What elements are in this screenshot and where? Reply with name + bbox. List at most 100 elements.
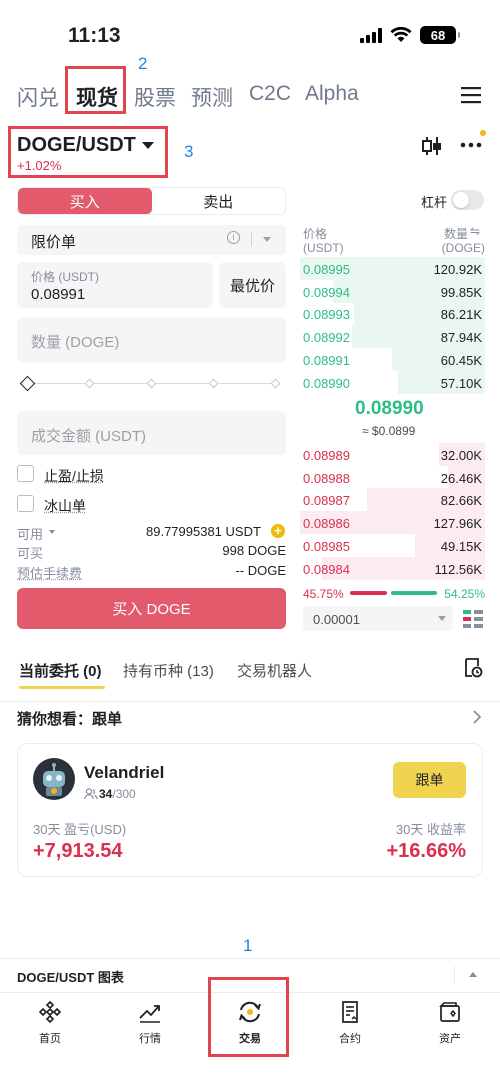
tab-c2c[interactable]: C2C — [249, 82, 291, 106]
trader-name: Velandriel — [84, 763, 165, 782]
sell-tab[interactable]: 卖出 — [152, 188, 286, 214]
more-icon[interactable] — [460, 141, 482, 149]
bid-row[interactable]: 0.08991 60.45K — [300, 347, 485, 371]
bid-row[interactable]: 0.08992 87.94K — [300, 325, 485, 349]
order-type-select[interactable]: 限价单 i — [17, 225, 286, 255]
fee-label: 预估手续费 — [17, 566, 83, 581]
ob-price: 0.08989 — [303, 448, 350, 463]
amount-placeholder: 成交金额 (USDT) — [31, 428, 146, 445]
tab-flash-swap[interactable]: 闪兑 — [17, 82, 59, 112]
ob-price: 0.08990 — [303, 375, 350, 391]
ob-qty-unit: (DOGE) — [441, 241, 485, 255]
price-label: 价格 (USDT) — [31, 270, 99, 284]
status-icons: 68 — [360, 26, 460, 44]
ob-price: 0.08991 — [303, 352, 350, 368]
slider-tick[interactable] — [146, 378, 157, 389]
ob-price: 0.08986 — [303, 516, 350, 532]
chevron-right-icon[interactable] — [472, 710, 482, 724]
roi-value: +16.66% — [386, 840, 466, 862]
quantity-input[interactable]: 数量 (DOGE) — [17, 317, 286, 363]
ob-qty-header: 数量 — [443, 227, 468, 241]
wifi-icon — [390, 27, 412, 42]
bid-row[interactable]: 0.08993 86.21K — [300, 302, 485, 326]
buy-tab[interactable]: 买入 — [18, 188, 152, 214]
bid-row[interactable]: 0.08994 99.85K — [300, 279, 485, 303]
chevron-up-icon[interactable] — [469, 972, 477, 977]
pnl-value: +7,913.54 — [33, 840, 123, 862]
wallet-icon — [439, 1002, 460, 1022]
precision-select[interactable]: 0.00001 — [303, 606, 453, 631]
ob-price: 0.08995 — [303, 262, 350, 277]
battery-icon: 68 — [420, 26, 460, 44]
order-type-value: 限价单 — [31, 234, 77, 251]
best-price-button[interactable]: 最优价 — [219, 262, 286, 308]
ob-price-unit: (USDT) — [303, 241, 344, 255]
tp-sl-checkbox[interactable] — [17, 465, 34, 482]
sell-ratio: 54.25% — [444, 587, 485, 601]
chart-bar-label[interactable]: DOGE/USDT 图表 — [17, 967, 124, 986]
tab-indicator — [19, 686, 105, 689]
book-layout-icon[interactable] — [463, 609, 483, 629]
nav-assets[interactable]: 资产 — [410, 1000, 490, 1046]
tab-alpha[interactable]: Alpha — [305, 82, 359, 106]
futures-icon — [342, 1001, 358, 1023]
ask-row[interactable]: 0.08988 26.46K — [300, 465, 485, 489]
tab-holdings[interactable]: 持有币种 (13) — [123, 660, 214, 681]
ask-row[interactable]: 0.08987 82.66K — [300, 488, 485, 512]
copy-trader-card[interactable]: Velandriel 34/300 跟单 30天 盈亏(USD) +7,913.… — [17, 743, 483, 877]
divider — [454, 966, 455, 984]
toggle-knob — [453, 192, 469, 208]
slider-tick[interactable] — [208, 378, 219, 389]
ask-row[interactable]: 0.08986 127.96K — [300, 511, 485, 535]
order-history-icon[interactable] — [463, 658, 483, 678]
nav-home-label: 首页 — [39, 1033, 61, 1045]
ob-qty: 49.15K — [440, 538, 482, 554]
candlestick-icon[interactable] — [421, 136, 443, 156]
tab-stocks[interactable]: 股票 — [134, 82, 176, 112]
caret-down-icon[interactable] — [49, 530, 55, 534]
menu-icon[interactable] — [461, 86, 481, 104]
ob-price-header: 价格 — [303, 227, 328, 241]
available-value: 89.77995381 USDT — [146, 524, 261, 539]
sort-icon[interactable]: ⇋ — [470, 224, 480, 238]
fee-value: -- DOGE — [235, 563, 286, 578]
bid-row[interactable]: 0.08990 57.10K — [300, 370, 485, 394]
bid-row[interactable]: 0.08995 120.92K — [300, 257, 485, 280]
home-logo-icon — [38, 1000, 62, 1024]
pnl-label: 30天 盈亏(USD) — [33, 822, 127, 837]
add-funds-icon[interactable]: + — [271, 524, 285, 538]
ob-qty: 57.10K — [440, 375, 482, 391]
tab-trading-bots[interactable]: 交易机器人 — [237, 660, 312, 681]
ask-row[interactable]: 0.08989 32.00K — [300, 443, 485, 466]
nav-futures[interactable]: 合约 — [310, 1000, 390, 1046]
price-input[interactable]: 价格 (USDT) 0.08991 — [17, 262, 213, 308]
info-icon[interactable]: i — [227, 231, 240, 244]
roi-label: 30天 收益率 — [395, 822, 466, 837]
ask-row[interactable]: 0.08984 112.56K — [300, 556, 485, 580]
ask-row[interactable]: 0.08985 49.15K — [300, 533, 485, 557]
can-buy-label: 可买 — [17, 546, 44, 561]
follow-button[interactable]: 跟单 — [393, 762, 466, 798]
followers-icon — [84, 788, 98, 800]
iceberg-checkbox[interactable] — [17, 495, 34, 512]
ob-price: 0.08987 — [303, 493, 350, 509]
tp-sl-label: 止盈/止损 — [44, 468, 104, 484]
avatar — [33, 758, 75, 800]
slider-tick[interactable] — [84, 378, 95, 389]
leverage-toggle[interactable] — [451, 190, 484, 210]
slider-tick[interactable] — [270, 378, 281, 389]
available-label: 可用 — [17, 527, 44, 542]
nav-home[interactable]: 首页 — [10, 1000, 90, 1046]
buy-submit-button[interactable]: 买入 DOGE — [17, 588, 286, 629]
annotation-3: 3 — [184, 142, 194, 161]
slider-handle[interactable] — [19, 375, 36, 392]
ob-qty: 86.21K — [440, 307, 482, 323]
ob-qty: 127.96K — [433, 516, 482, 532]
amount-input[interactable]: 成交金额 (USDT) — [17, 411, 286, 455]
tab-open-orders[interactable]: 当前委托 (0) — [19, 660, 102, 681]
sell-ratio-bar — [391, 591, 437, 595]
tab-predict[interactable]: 预测 — [191, 82, 233, 112]
nav-markets[interactable]: 行情 — [110, 1000, 190, 1046]
markets-icon — [139, 1005, 160, 1023]
ob-price: 0.08984 — [303, 561, 350, 577]
